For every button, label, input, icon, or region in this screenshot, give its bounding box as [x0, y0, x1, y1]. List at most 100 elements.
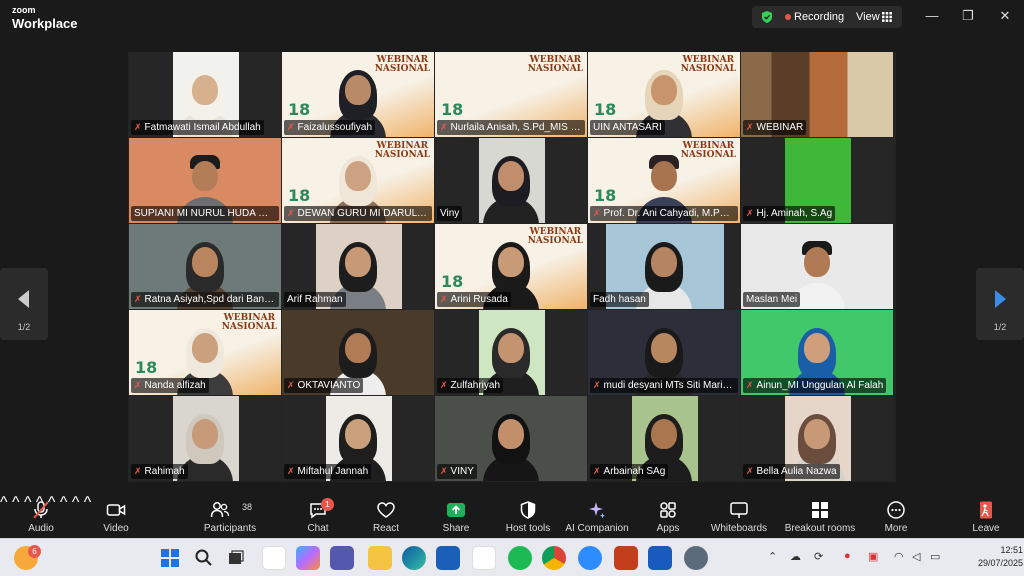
file-explorer-icon[interactable]: [368, 546, 392, 570]
apps-options-caret[interactable]: ^: [72, 494, 80, 511]
audio-options-caret[interactable]: ^: [0, 494, 8, 511]
word-icon[interactable]: [648, 546, 672, 570]
wifi-icon[interactable]: ◠: [894, 550, 904, 563]
microsoft-store-icon[interactable]: [436, 546, 460, 570]
participant-tile[interactable]: Fadh hasan: [588, 224, 740, 309]
participants-button[interactable]: 38 Participants: [198, 496, 262, 536]
logo-line-1: zoom: [12, 5, 36, 15]
alert-tray-icon[interactable]: ▣: [868, 550, 878, 563]
participant-tile[interactable]: ✗ mudi desyani MTs Siti Mariam: [588, 310, 740, 395]
participant-tile[interactable]: WEBINAR NASIONAL 18 ✗ Nurlaila Anisah, S.Pd_…: [435, 52, 587, 137]
participant-name-tag: ✗ Faizalussoufiyah: [284, 120, 376, 135]
previous-page-button[interactable]: 1/2: [0, 268, 48, 340]
participant-tile[interactable]: ✗ Fatmawati Ismail Abdullah: [129, 52, 281, 137]
participant-name: Rahimah: [144, 466, 185, 477]
copilot-icon[interactable]: [296, 546, 320, 570]
participant-tile[interactable]: ✗ Bella Aulia Nazwa: [741, 396, 893, 481]
battery-icon[interactable]: ▭: [930, 550, 940, 563]
whiteboards-options-caret[interactable]: ^: [84, 494, 92, 511]
close-button[interactable]: ✕: [997, 8, 1013, 24]
face: [804, 333, 830, 363]
next-page-button[interactable]: 1/2: [976, 268, 1024, 340]
participant-name: Arif Rahman: [287, 294, 343, 305]
react-button[interactable]: React: [366, 496, 406, 536]
teams-icon[interactable]: [330, 546, 354, 570]
microphone-muted-icon: ✗: [746, 380, 754, 390]
participant-tile[interactable]: ✗ Hj. Aminah, S.Ag: [741, 138, 893, 223]
windows-start-icon[interactable]: [158, 546, 182, 570]
ai-companion-button[interactable]: AI Companion: [562, 496, 632, 536]
chat-button[interactable]: 1 Chat: [298, 496, 338, 536]
participant-tile[interactable]: ✗ Rahimah: [129, 396, 281, 481]
recording-indicator[interactable]: Recording View: [752, 6, 902, 28]
leave-button[interactable]: Leave: [966, 496, 1006, 536]
powerpoint-icon[interactable]: [614, 546, 638, 570]
face: [345, 161, 371, 191]
video-button[interactable]: Video: [94, 496, 138, 536]
chevron-right-icon: [995, 290, 1006, 308]
participant-tile[interactable]: WEBINAR NASIONAL 18 ✗ Arini Rusada: [435, 224, 587, 309]
microphone-tray-icon[interactable]: ●: [844, 550, 851, 562]
view-button[interactable]: View: [856, 11, 880, 23]
whiteboard-icon: [730, 502, 748, 518]
breakout-rooms-button[interactable]: Breakout rooms: [782, 496, 858, 536]
participant-name-tag: Maslan Mei: [743, 292, 801, 307]
participant-tile[interactable]: WEBINAR NASIONAL 18 ✗ Prof. Dr. Ani Cahyadi,…: [588, 138, 740, 223]
host-tools-button[interactable]: Host tools: [502, 496, 554, 536]
taskbar-clock[interactable]: 12:51 29/07/2025: [978, 544, 1023, 570]
participant-tile[interactable]: Maslan Mei: [741, 224, 893, 309]
audio-button[interactable]: Audio: [18, 496, 64, 536]
participant-tile[interactable]: WEBINAR NASIONAL 18 ✗ Faizalussoufiyah: [282, 52, 434, 137]
participant-tile[interactable]: WEBINAR NASIONAL 18 ✗ DEWAN GURU MI DARUL FA…: [282, 138, 434, 223]
more-button[interactable]: More: [876, 496, 916, 536]
participant-name: Fadh hasan: [593, 294, 646, 305]
participant-tile[interactable]: ✗ Ainun_MI Unggulan Al Falah: [741, 310, 893, 395]
participant-name: Viny: [440, 208, 460, 219]
participant-tile[interactable]: WEBINAR NASIONAL 18 UIN ANTASARI: [588, 52, 740, 137]
minimize-button[interactable]: —: [924, 8, 940, 24]
clock-time: 12:51: [1000, 545, 1024, 555]
participant-name: Prof. Dr. Ani Cahyadi, M.Pd/UIN: [603, 208, 738, 219]
share-button[interactable]: Share: [436, 496, 476, 536]
participant-tile[interactable]: ✗ OKTAVIANTO: [282, 310, 434, 395]
meeting-toolbar: Audio ^ Video ^ 38 Participants ^ 1 Chat…: [0, 494, 1024, 538]
participant-name: Fatmawati Ismail Abdullah: [144, 122, 261, 133]
participant-tile[interactable]: ✗ Arbainah SAg: [588, 396, 740, 481]
participant-tile[interactable]: Viny: [435, 138, 587, 223]
face: [651, 161, 677, 191]
participant-tile[interactable]: ✗Ratna Asiyah,Spd dari Banjarbaru: [129, 224, 281, 309]
search-icon[interactable]: [192, 546, 216, 570]
amazon-app-icon[interactable]: [262, 546, 286, 570]
zoom-app-icon[interactable]: [578, 546, 602, 570]
maximize-button[interactable]: ❐: [960, 8, 976, 24]
participant-tile[interactable]: ✗ WEBINAR: [741, 52, 893, 137]
clock-date: 29/07/2025: [978, 558, 1024, 568]
whiteboards-button[interactable]: Whiteboards: [708, 496, 770, 536]
apps-button[interactable]: Apps: [648, 496, 688, 536]
microphone-muted-icon: ✗: [440, 380, 448, 390]
participant-tile[interactable]: WEBINAR NASIONAL 18 ✗ Nanda alfizah: [129, 310, 281, 395]
onedrive-cloud-icon[interactable]: ☁: [790, 550, 801, 563]
settings-gear-icon[interactable]: [684, 546, 708, 570]
participant-name: Maslan Mei: [746, 294, 798, 305]
poster-title-line-2: NASIONAL: [527, 64, 583, 74]
sync-icon[interactable]: ⟳: [814, 550, 823, 563]
participant-video-person: [481, 411, 541, 481]
chrome-icon[interactable]: [542, 546, 566, 570]
participant-name: Zulfahriyah: [450, 380, 501, 391]
microphone-muted-icon: ✗: [134, 380, 142, 390]
volume-icon[interactable]: ◁: [912, 550, 920, 563]
participant-tile[interactable]: ✗ VINY: [435, 396, 587, 481]
edge-browser-icon[interactable]: [402, 546, 426, 570]
participant-tile[interactable]: Arif Rahman: [282, 224, 434, 309]
spotify-icon[interactable]: [508, 546, 532, 570]
breakout-rooms-icon: [812, 502, 828, 518]
task-view-icon[interactable]: [224, 546, 248, 570]
participant-tile[interactable]: SUPIANI MI NURUL HUDA MANDIANGIN: [129, 138, 281, 223]
tray-chevron-up-icon[interactable]: ⌃: [768, 550, 777, 563]
face: [345, 333, 371, 363]
participant-name: WEBINAR: [756, 122, 804, 133]
participant-tile[interactable]: ✗ Zulfahriyah: [435, 310, 587, 395]
amazon-shopping-icon[interactable]: [472, 546, 496, 570]
participant-tile[interactable]: ✗ Miftahul Jannah: [282, 396, 434, 481]
